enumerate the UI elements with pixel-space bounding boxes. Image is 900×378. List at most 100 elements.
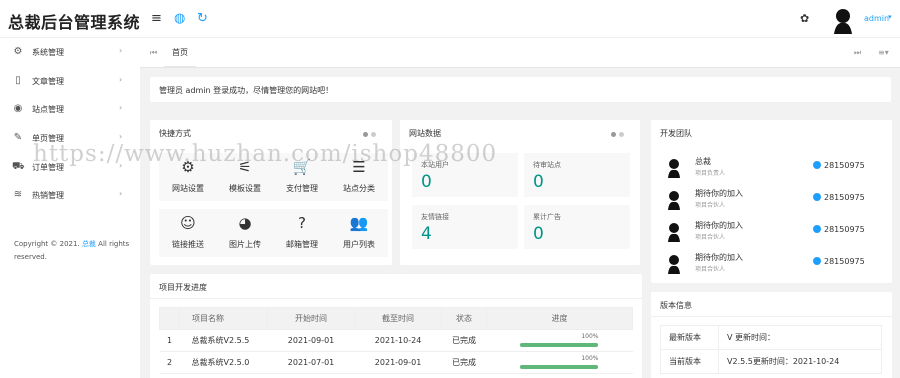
progress-bar: 100% (520, 354, 599, 370)
stat-label: 待审站点 (533, 161, 561, 169)
member-name: 总裁 (695, 157, 711, 166)
member-qq[interactable]: 28150975 (813, 257, 865, 266)
avatar-icon[interactable] (832, 8, 854, 34)
tab-menu-icon[interactable]: ≡▾ (878, 48, 889, 57)
table-header-row: 项目名称 开始时间 截至时间 状态 进度 (159, 307, 634, 330)
chevron-right-icon: › (119, 103, 123, 112)
menu-icon[interactable]: ≡ (151, 12, 162, 25)
globe-icon[interactable]: ◍ (174, 12, 185, 25)
version-info-card: 版本信息 最新版本 V 更新时间： 当前版本 V2.5.5更新时间：2021-1… (651, 292, 892, 378)
qq-icon (813, 193, 821, 201)
version-key: 最新版本 (660, 325, 719, 350)
refresh-icon[interactable]: ↻ (197, 12, 208, 25)
qq-number: 28150975 (824, 161, 865, 170)
status-badge: 已完成 (441, 329, 487, 352)
project-progress-card: 项目开发进度 项目名称 开始时间 截至时间 状态 进度 1 总裁系统V2.5.5… (150, 274, 642, 378)
card-title: 快捷方式 (159, 129, 191, 138)
project-link[interactable]: 总裁系统V2.5.0 (179, 351, 268, 374)
sidebar-item-hot[interactable]: ≋ 热销管理 › (0, 181, 140, 209)
sidebar-item-articles[interactable]: ▯ 文章管理 › (0, 67, 140, 95)
chevron-right-icon: › (119, 46, 123, 55)
tab-bar: ⏮ 首页 ⏭ ≡▾ (140, 38, 900, 68)
carousel-dots[interactable] (608, 130, 624, 139)
palette-icon[interactable]: ✿ (800, 12, 809, 25)
stat-label: 友情链接 (421, 213, 449, 221)
edit-file-icon: ✎ (13, 132, 23, 143)
stat-links[interactable]: 友情链接 4 (412, 205, 518, 249)
sidebar: ⚙ 系统管理 › ▯ 文章管理 › ◉ 站点管理 › ✎ 单页管理 › ⛟ 订单… (0, 38, 140, 378)
quick-link-label: 站点分类 (343, 184, 375, 193)
stat-pending-sites[interactable]: 待审站点 0 (524, 153, 630, 197)
version-key: 当前版本 (660, 349, 719, 374)
quick-link-label: 支付管理 (286, 184, 318, 193)
qq-icon (813, 257, 821, 265)
card-title: 开发团队 (660, 129, 692, 138)
sidebar-item-label: 站点管理 (32, 105, 64, 114)
tab-scroll-left-icon[interactable]: ⏮ (150, 48, 157, 58)
app-logo[interactable]: 总裁后台管理系统 (8, 9, 140, 33)
carousel-dots[interactable] (360, 130, 376, 139)
sidebar-item-label: 系统管理 (32, 48, 64, 57)
quick-link-users[interactable]: 👥 用户列表 (330, 209, 388, 257)
copyright-link[interactable]: 总裁 (82, 240, 96, 248)
quick-link-label: 用户列表 (343, 240, 375, 249)
card-title: 网站数据 (409, 129, 441, 138)
tab-home[interactable]: 首页 (164, 38, 196, 68)
quick-link-label: 邮箱管理 (286, 240, 318, 249)
stat-value: 0 (533, 172, 544, 192)
compass-icon: ◉ (13, 103, 23, 114)
top-bar: 总裁后台管理系统 ≡ ◍ ↻ ✿ admin ▾ (0, 0, 900, 38)
sidebar-item-label: 热销管理 (32, 191, 64, 200)
stat-value: 0 (533, 224, 544, 244)
avatar-icon (668, 223, 680, 242)
progress-cell: 100% (486, 329, 633, 352)
chevron-right-icon: › (119, 75, 123, 84)
col-name: 项目名称 (179, 307, 268, 330)
tab-scroll-right-icon[interactable]: ⏭ (854, 48, 861, 58)
copyright: Copyright © 2021. 总裁 All rights reserved… (14, 238, 132, 264)
table-row: 1 总裁系统V2.5.5 2021-09-01 2021-10-24 已完成 1… (159, 329, 633, 352)
stat-label: 累计广告 (533, 213, 561, 221)
progress-fill (520, 364, 599, 369)
team-member: 期待你的加入 项目合伙人 28150975 (651, 186, 891, 218)
sidebar-item-system[interactable]: ⚙ 系统管理 › (0, 38, 140, 66)
row-index: 1 (159, 329, 180, 352)
member-qq[interactable]: 28150975 (813, 225, 865, 234)
end-date: 2021-09-01 (354, 351, 442, 374)
quick-link-push[interactable]: ☺ 链接推送 (159, 209, 217, 257)
stat-ads[interactable]: 累计广告 0 (524, 205, 630, 249)
project-link[interactable]: 总裁系统V2.5.5 (179, 329, 268, 352)
progress-fill (520, 342, 599, 347)
col-end: 截至时间 (354, 307, 443, 330)
sidebar-item-sites[interactable]: ◉ 站点管理 › (0, 95, 140, 123)
avatar-icon (668, 191, 680, 210)
progress-percent: 100% (581, 354, 599, 362)
user-menu[interactable]: admin (864, 14, 889, 23)
member-name: 期待你的加入 (695, 189, 743, 198)
quick-link-upload[interactable]: ◕ 图片上传 (216, 209, 274, 257)
stat-value: 4 (421, 224, 432, 244)
member-role: 项目合伙人 (695, 202, 726, 209)
quick-link-label: 模板设置 (229, 184, 261, 193)
col-status: 状态 (441, 307, 487, 330)
users-icon: 👥 (349, 214, 369, 232)
chevron-right-icon: › (119, 132, 123, 141)
chevron-down-icon[interactable]: ▾ (888, 13, 892, 21)
member-role: 项目合伙人 (695, 234, 726, 241)
smile-icon: ☺ (180, 214, 196, 232)
qq-number: 28150975 (824, 257, 865, 266)
dev-team-card: 开发团队 总裁 项目负责人 28150975 期待你的加入 项目合伙人 2815… (651, 120, 892, 283)
qq-icon (813, 161, 821, 169)
status-badge: 已完成 (441, 351, 487, 374)
divider (651, 316, 892, 317)
layers-icon: ≋ (13, 189, 23, 200)
quick-link-label: 图片上传 (229, 240, 261, 249)
table-row: 2 总裁系统V2.5.0 2021-07-01 2021-09-01 已完成 1… (159, 351, 633, 374)
qq-icon (813, 225, 821, 233)
quick-link-mail[interactable]: ? 邮箱管理 (273, 209, 331, 257)
member-qq[interactable]: 28150975 (813, 161, 865, 170)
welcome-text: 管理员 admin 登录成功，尽情管理您的网站吧！ (159, 86, 334, 95)
progress-cell: 100% (486, 351, 633, 374)
compass-icon: ◕ (238, 214, 252, 232)
member-qq[interactable]: 28150975 (813, 193, 865, 202)
